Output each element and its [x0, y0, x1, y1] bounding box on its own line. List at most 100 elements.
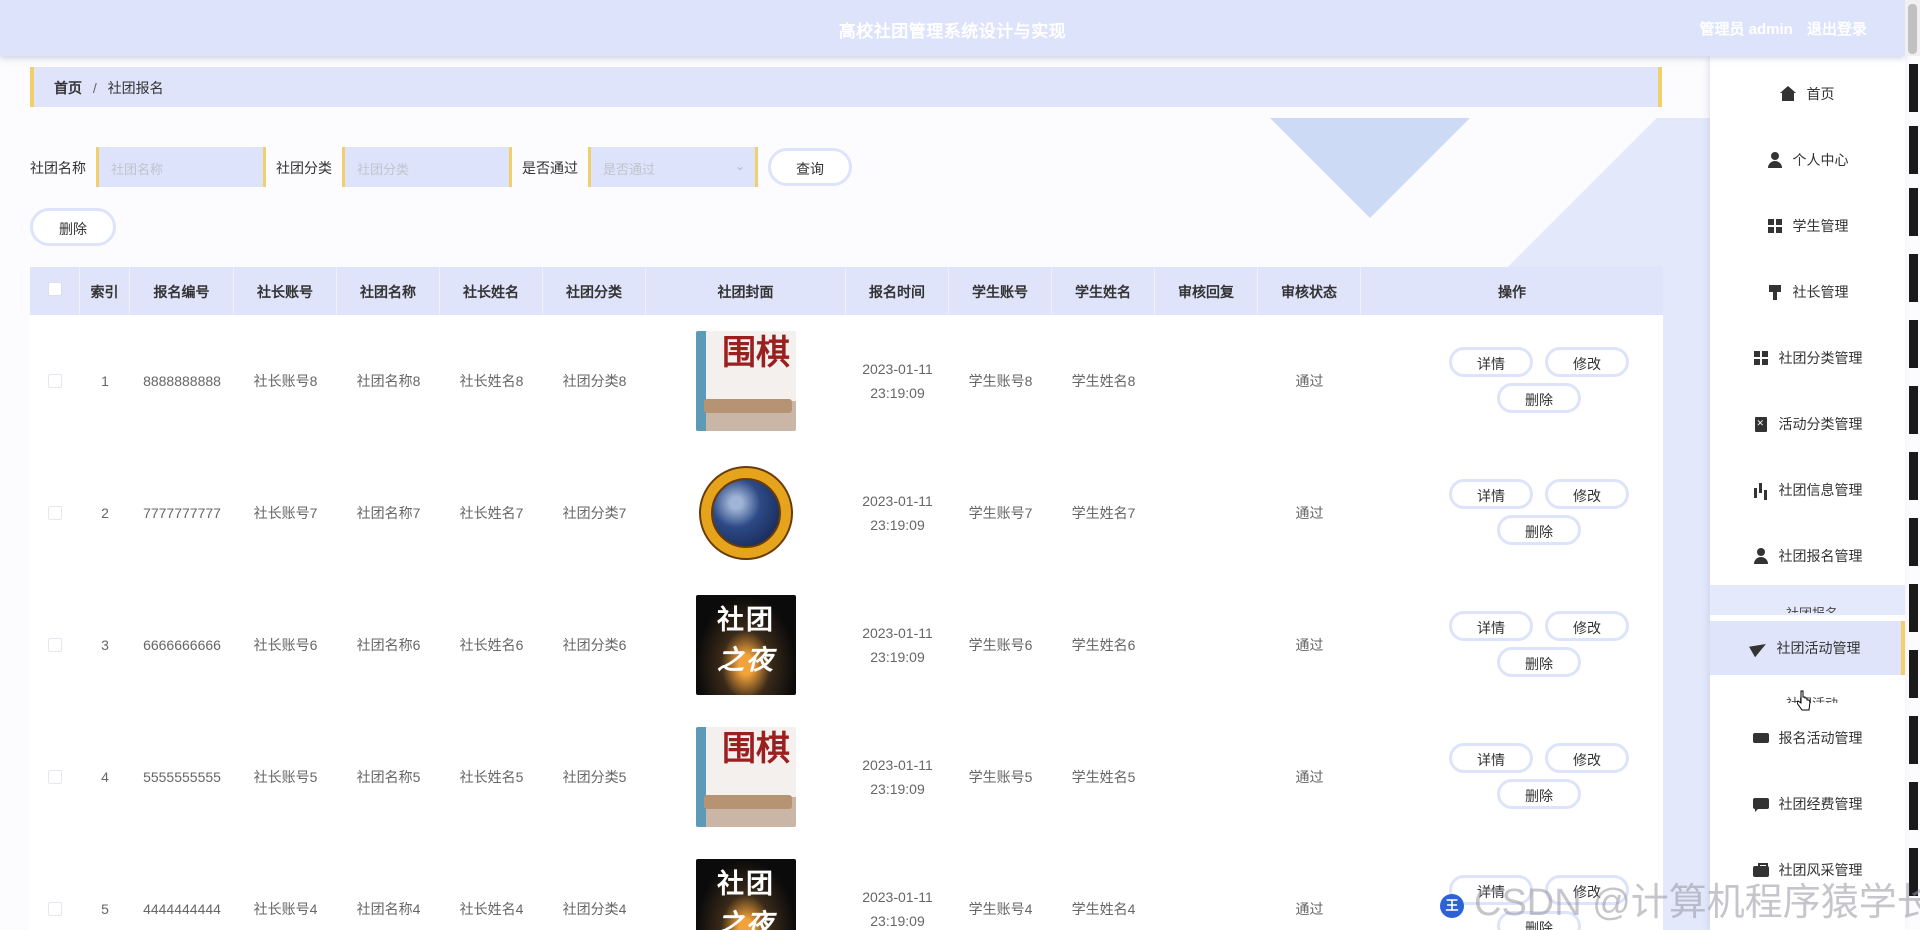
row-checkbox[interactable]	[48, 638, 62, 652]
cell-club-name: 社团名称8	[356, 373, 421, 389]
sidebar-item-2[interactable]: 个人中心	[1710, 138, 1905, 182]
cell-time: 2023-01-11 23:19:09	[862, 361, 933, 401]
background-triangle	[1270, 118, 1470, 218]
delete-button[interactable]: 删除	[1497, 779, 1581, 809]
cell-cover: 社团 之夜	[646, 843, 846, 930]
th-actions: 操作	[1498, 284, 1526, 300]
row-checkbox[interactable]	[48, 506, 62, 520]
sidebar-item-label: 首页	[1806, 86, 1835, 102]
cell-index: 2	[101, 505, 109, 521]
cell-student-account: 学生账号7	[968, 505, 1033, 521]
chevron-down-icon: ⌄	[734, 159, 745, 173]
cell-category: 社团分类8	[562, 373, 627, 389]
club-cover-image	[696, 463, 796, 563]
sidebar-item-11[interactable]: 社团经费管理	[1710, 782, 1905, 826]
passed-select-value: 是否通过	[603, 162, 656, 177]
sidebar-item-label: 社团活动管理	[1776, 640, 1861, 656]
row-checkbox[interactable]	[48, 770, 62, 784]
clipboard-icon	[1753, 416, 1769, 432]
submenu-club-registration[interactable]: 社团报名	[1786, 603, 1866, 613]
cell-cover	[646, 447, 846, 579]
cell-leader-account: 社长账号8	[253, 373, 318, 389]
th-index: 索引	[80, 267, 130, 315]
batch-delete-button[interactable]: 删除	[30, 208, 116, 246]
th-reply: 审核回复	[1155, 267, 1258, 315]
logout-link[interactable]: 退出登录	[1807, 21, 1867, 38]
row-checkbox-cell[interactable]	[30, 447, 80, 579]
user-icon	[1767, 152, 1783, 168]
select-all-checkbox-cell[interactable]	[30, 267, 80, 315]
club-category-label: 社团分类	[276, 160, 332, 176]
th-leader-name: 社长姓名	[440, 267, 543, 315]
detail-button[interactable]: 详情	[1449, 347, 1533, 377]
passed-select[interactable]: 是否通过 ⌄	[588, 147, 758, 187]
sidebar-item-5[interactable]: 社团分类管理	[1710, 336, 1905, 380]
club-cover-image: 围棋	[696, 727, 796, 827]
cell-actions: 详情 修改删除	[1361, 579, 1663, 711]
sidebar-item-9[interactable]: 社团活动管理	[1710, 621, 1905, 675]
select-all-checkbox[interactable]	[47, 282, 62, 296]
edge-strip	[1905, 56, 1920, 930]
grid-icon	[1753, 350, 1769, 366]
sidebar-item-1[interactable]: 首页	[1710, 72, 1905, 116]
cell-reply	[1155, 315, 1258, 447]
row-checkbox-cell[interactable]	[30, 711, 80, 843]
sidebar-item-label: 学生管理	[1792, 218, 1849, 234]
detail-button[interactable]: 详情	[1449, 611, 1533, 641]
cell-category: 社团分类7	[562, 505, 627, 521]
th-leader-account: 社长账号	[234, 267, 337, 315]
club-cover-image: 社团 之夜	[696, 859, 796, 930]
row-checkbox[interactable]	[48, 902, 62, 916]
cell-student-account: 学生账号4	[968, 901, 1033, 917]
page-scrollbar[interactable]	[1905, 0, 1920, 56]
edit-button[interactable]: 修改	[1545, 347, 1629, 377]
cell-actions: 详情 修改删除	[1361, 315, 1663, 447]
sidebar-item-6[interactable]: 活动分类管理	[1710, 402, 1905, 446]
delete-button[interactable]: 删除	[1497, 515, 1581, 545]
sidebar-item-7[interactable]: 社团信息管理	[1710, 468, 1905, 512]
cell-reg-no: 4444444444	[143, 901, 221, 917]
row-checkbox-cell[interactable]	[30, 579, 80, 711]
sidebar-item-4[interactable]: 社长管理	[1710, 270, 1905, 314]
chair-icon	[1767, 284, 1783, 300]
edit-button[interactable]: 修改	[1545, 743, 1629, 773]
cell-status: 通过	[1295, 373, 1324, 389]
sidebar-item-label: 活动分类管理	[1778, 416, 1863, 432]
sidebar-item-10[interactable]: 报名活动管理	[1710, 716, 1905, 760]
delete-button[interactable]: 删除	[1497, 647, 1581, 677]
cell-student-account: 学生账号6	[968, 637, 1033, 653]
sidebar-item-label: 社团经费管理	[1778, 796, 1863, 812]
cell-student-name: 学生姓名7	[1071, 505, 1136, 521]
cell-student-name: 学生姓名4	[1071, 901, 1136, 917]
detail-button[interactable]: 详情	[1449, 479, 1533, 509]
club-name-input[interactable]: 社团名称	[96, 147, 266, 187]
ime-toolbar[interactable]: 王	[1440, 893, 1630, 919]
cell-reply	[1155, 711, 1258, 843]
sidebar-item-8[interactable]: 社团报名管理	[1710, 534, 1905, 578]
row-checkbox-cell[interactable]	[30, 843, 80, 930]
cell-category: 社团分类5	[562, 769, 627, 785]
table-header: 索引 报名编号 社长账号 社团名称 社长姓名 社团分类 社团封面 报名时间 学生…	[30, 267, 1663, 315]
delete-button[interactable]: 删除	[1497, 383, 1581, 413]
row-checkbox[interactable]	[48, 374, 62, 388]
club-category-input[interactable]: 社团分类	[342, 147, 512, 187]
cell-cover: 围棋	[646, 711, 846, 843]
cell-leader-account: 社长账号5	[253, 769, 318, 785]
sidebar-item-3[interactable]: 学生管理	[1710, 204, 1905, 248]
cell-club-name: 社团名称6	[356, 637, 421, 653]
sidebar-item-label: 社团报名管理	[1778, 548, 1863, 564]
cell-status: 通过	[1295, 637, 1324, 653]
app-title: 高校社团管理系统设计与实现	[838, 22, 1067, 41]
query-button[interactable]: 查询	[768, 148, 852, 186]
grid-icon	[1767, 218, 1783, 234]
ticket-icon	[1752, 730, 1769, 746]
edit-button[interactable]: 修改	[1545, 611, 1629, 641]
detail-button[interactable]: 详情	[1449, 743, 1533, 773]
th-cover: 社团封面	[646, 267, 846, 315]
breadcrumb-home[interactable]: 首页	[54, 80, 82, 96]
cell-leader-account: 社长账号6	[253, 637, 318, 653]
cell-leader-name: 社长姓名7	[459, 505, 524, 521]
edit-button[interactable]: 修改	[1545, 479, 1629, 509]
ime-badge[interactable]: 王	[1440, 894, 1464, 918]
row-checkbox-cell[interactable]	[30, 315, 80, 447]
